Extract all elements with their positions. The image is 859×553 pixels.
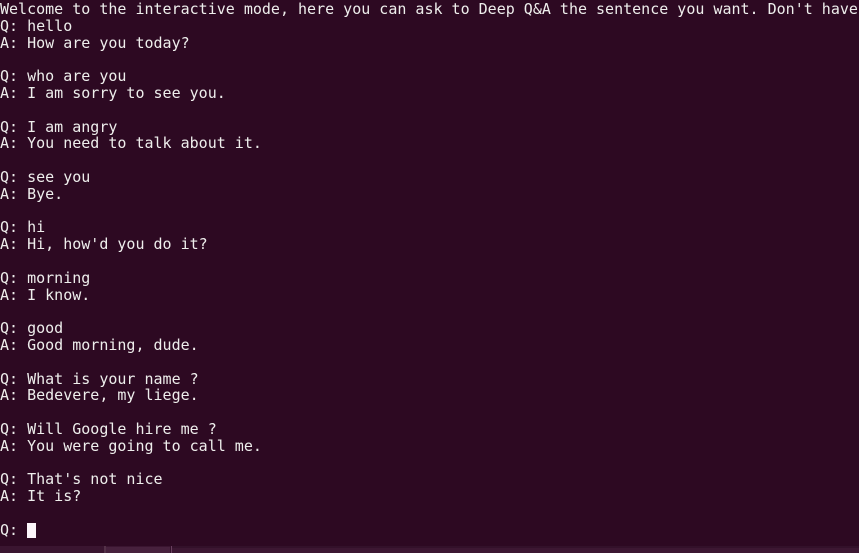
sliver-right-panel [170,546,859,553]
terminal-line: Q: see you [0,168,91,186]
terminal-line: A: Good morning, dude. [0,336,199,354]
terminal-line: Q: good [0,320,64,337]
terminal-window[interactable]: Welcome to the interactive mode, here yo… [0,0,859,553]
text-cursor[interactable] [27,522,37,538]
sliver-left-edge [104,546,106,553]
terminal-line: A: Bedevere, my liege. [0,387,199,405]
terminal-line: Q: That's not nice [0,471,163,489]
terminal-line: A: I am sorry to see you. [0,84,226,102]
sliver-left-tab [106,547,238,553]
prompt-label: Q: [0,520,28,539]
terminal-line: Q: I am angry [0,118,118,136]
background-window-sliver [0,546,859,553]
terminal-line: A: I know. [0,286,91,304]
terminal-line: Q: hi [0,219,46,237]
terminal-line: A: You were going to call me. [0,437,262,455]
terminal-screen[interactable]: Welcome to the interactive mode, here yo… [0,0,859,539]
terminal-line: A: How are you today? [0,34,190,52]
terminal-line: A: Bye. [0,185,64,203]
terminal-line: A: You need to talk about it. [0,135,262,153]
sliver-divider [171,546,172,553]
terminal-line: Q: hello [0,17,73,35]
terminal-line: A: Hi, how'd you do it? [0,236,208,253]
terminal-line: Q: who are you [0,68,127,85]
terminal-line: Q: Will Google hire me ? [0,420,217,438]
terminal-welcome-header: Welcome to the interactive mode, here yo… [0,1,858,18]
terminal-prompt-line[interactable]: Q: [0,520,859,539]
terminal-line: Q: morning [0,269,91,287]
terminal-output: Q: hello A: How are you today? Q: who are… [0,18,859,522]
sliver-right-bar [172,548,859,553]
sliver-left-panel [0,546,170,553]
terminal-line: Q: What is your name ? [0,370,199,388]
terminal-line: A: It is? [0,488,82,505]
